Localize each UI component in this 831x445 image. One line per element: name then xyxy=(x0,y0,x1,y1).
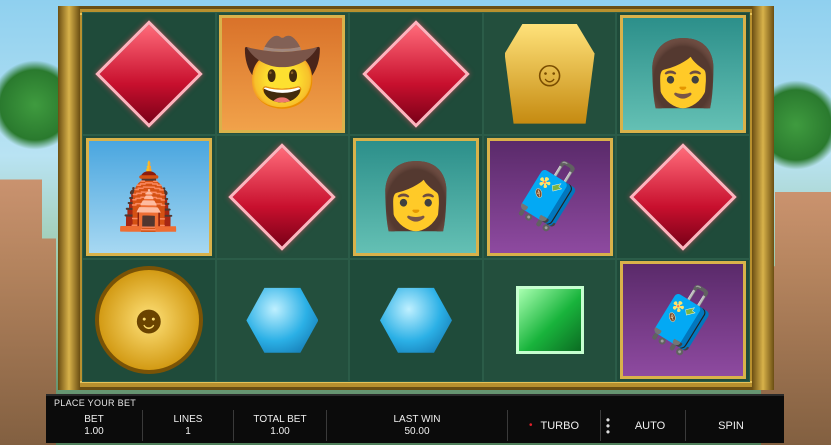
reel-1-row-3: ☻ xyxy=(82,258,216,382)
porter-with-chest-icon: 🧳 xyxy=(486,137,613,256)
reel-1-row-2: 🛕 xyxy=(82,135,216,259)
red-gem-icon xyxy=(362,19,470,128)
reel-3-row-2: 👩 xyxy=(349,135,483,259)
total-bet-field: TOTAL BET 1.00 xyxy=(234,410,327,441)
total-bet-value: 1.00 xyxy=(270,426,290,437)
gold-idol-icon: ☺ xyxy=(504,23,595,124)
explorer-man-icon: 🤠 xyxy=(219,14,346,133)
auto-button[interactable]: AUTO xyxy=(615,410,686,441)
explorer-woman-icon: 👩 xyxy=(352,137,479,256)
reel-5-row-3: 🧳 xyxy=(616,258,750,382)
red-gem-icon xyxy=(629,143,737,251)
turbo-button[interactable]: • TURBO xyxy=(508,410,601,441)
reel-2-row-1: 🤠 xyxy=(215,12,350,136)
red-gem-icon xyxy=(228,143,337,251)
explorer-woman-icon: 👩 xyxy=(620,14,747,133)
kebab-menu-icon[interactable]: • • • xyxy=(601,410,615,441)
spin-label: SPIN xyxy=(718,419,744,432)
last-win-label: LAST WIN xyxy=(393,414,441,425)
bet-value: 1.00 xyxy=(84,426,104,437)
lines-value: 1 xyxy=(185,426,191,437)
red-gem-icon xyxy=(95,19,203,128)
blue-gem-icon xyxy=(246,287,319,353)
lines-field[interactable]: LINES 1 xyxy=(143,410,234,441)
spin-button[interactable]: SPIN xyxy=(686,410,776,441)
gold-temple-icon: 🛕 xyxy=(85,137,212,256)
control-bar: PLACE YOUR BET BET 1.00 LINES 1 TOTAL BE… xyxy=(46,394,784,443)
last-win-field: LAST WIN 50.00 xyxy=(327,410,508,441)
reel-4-row-2: 🧳 xyxy=(482,135,617,259)
reel-3-row-3 xyxy=(349,258,483,382)
turbo-indicator-icon: • xyxy=(528,420,533,431)
reel-2-row-2 xyxy=(215,135,350,259)
reel-4-row-3 xyxy=(482,258,617,382)
left-pillar xyxy=(58,6,80,390)
bet-label: BET xyxy=(84,414,104,425)
reel-5-row-2 xyxy=(616,135,750,259)
green-gem-icon xyxy=(515,286,584,355)
right-pillar xyxy=(752,6,774,390)
reel-2-row-3 xyxy=(215,258,350,382)
reel-grid: 🤠 ☺ 👩 🛕 👩 🧳 ☻ 🧳 xyxy=(82,12,750,382)
reel-3-row-1 xyxy=(349,12,483,136)
blue-gem-icon xyxy=(379,287,452,353)
reel-5-row-1: 👩 xyxy=(616,12,750,136)
bet-field[interactable]: BET 1.00 xyxy=(46,410,143,441)
reel-4-row-1: ☺ xyxy=(482,12,617,136)
total-bet-label: TOTAL BET xyxy=(253,414,307,425)
place-bet-label: PLACE YOUR BET xyxy=(54,398,137,408)
turbo-label: TURBO xyxy=(540,419,580,432)
gold-coin-icon: ☻ xyxy=(94,266,203,375)
reel-1-row-1 xyxy=(82,12,216,136)
porter-with-chest-icon: 🧳 xyxy=(620,261,747,380)
last-win-value: 50.00 xyxy=(404,426,430,437)
auto-label: AUTO xyxy=(634,419,666,432)
lines-label: LINES xyxy=(173,414,203,425)
